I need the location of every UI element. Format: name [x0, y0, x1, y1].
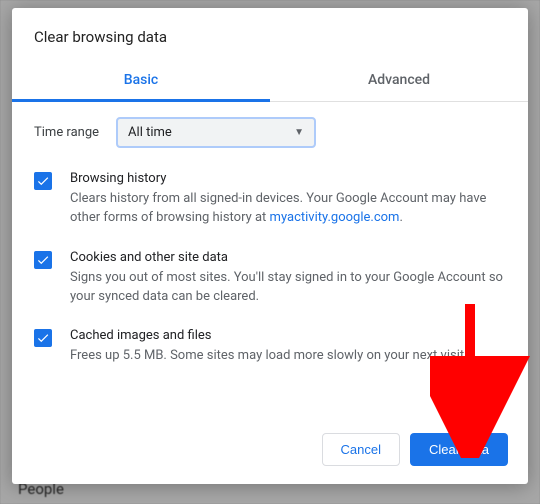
- history-desc-after: .: [399, 210, 402, 225]
- dialog-content: Time range All time ▼ Browsing history C…: [12, 102, 528, 419]
- dialog-title: Clear browsing data: [12, 8, 528, 60]
- option-browsing-history: Browsing history Clears history from all…: [34, 171, 506, 228]
- clear-data-button[interactable]: Clear data: [410, 433, 508, 466]
- check-icon: [36, 253, 50, 267]
- option-browsing-history-desc: Clears history from all signed-in device…: [70, 190, 506, 228]
- checkbox-browsing-history[interactable]: [34, 172, 52, 190]
- option-cache-title: Cached images and files: [70, 328, 468, 343]
- option-cache-text: Cached images and files Frees up 5.5 MB.…: [70, 328, 468, 366]
- tab-advanced[interactable]: Advanced: [270, 60, 528, 101]
- dialog-footer: Cancel Clear data: [12, 419, 528, 484]
- tab-advanced-label: Advanced: [368, 72, 430, 88]
- time-range-label: Time range: [34, 125, 99, 140]
- clear-data-button-label: Clear data: [429, 442, 489, 457]
- myactivity-link-text: myactivity.google.com: [270, 210, 400, 225]
- cancel-button[interactable]: Cancel: [322, 433, 400, 466]
- clear-browsing-data-dialog: Clear browsing data Basic Advanced Time …: [12, 8, 528, 484]
- check-icon: [36, 331, 50, 345]
- dropdown-caret-icon: ▼: [294, 127, 304, 138]
- time-range-select[interactable]: All time ▼: [117, 118, 315, 147]
- option-cookies-desc: Signs you out of most sites. You'll stay…: [70, 269, 506, 307]
- cancel-button-label: Cancel: [341, 442, 381, 457]
- check-icon: [36, 174, 50, 188]
- myactivity-link[interactable]: myactivity.google.com: [270, 210, 400, 225]
- time-range-row: Time range All time ▼: [34, 118, 506, 147]
- time-range-value: All time: [128, 125, 172, 140]
- tab-basic-label: Basic: [124, 72, 158, 88]
- option-browsing-history-title: Browsing history: [70, 171, 506, 186]
- checkbox-cookies[interactable]: [34, 251, 52, 269]
- option-cache: Cached images and files Frees up 5.5 MB.…: [34, 328, 506, 366]
- option-cookies-title: Cookies and other site data: [70, 250, 506, 265]
- option-cookies: Cookies and other site data Signs you ou…: [34, 250, 506, 307]
- tab-bar: Basic Advanced: [12, 60, 528, 102]
- option-browsing-history-text: Browsing history Clears history from all…: [70, 171, 506, 228]
- checkbox-cache[interactable]: [34, 329, 52, 347]
- option-cookies-text: Cookies and other site data Signs you ou…: [70, 250, 506, 307]
- tab-basic[interactable]: Basic: [12, 60, 270, 101]
- option-cache-desc: Frees up 5.5 MB. Some sites may load mor…: [70, 347, 468, 366]
